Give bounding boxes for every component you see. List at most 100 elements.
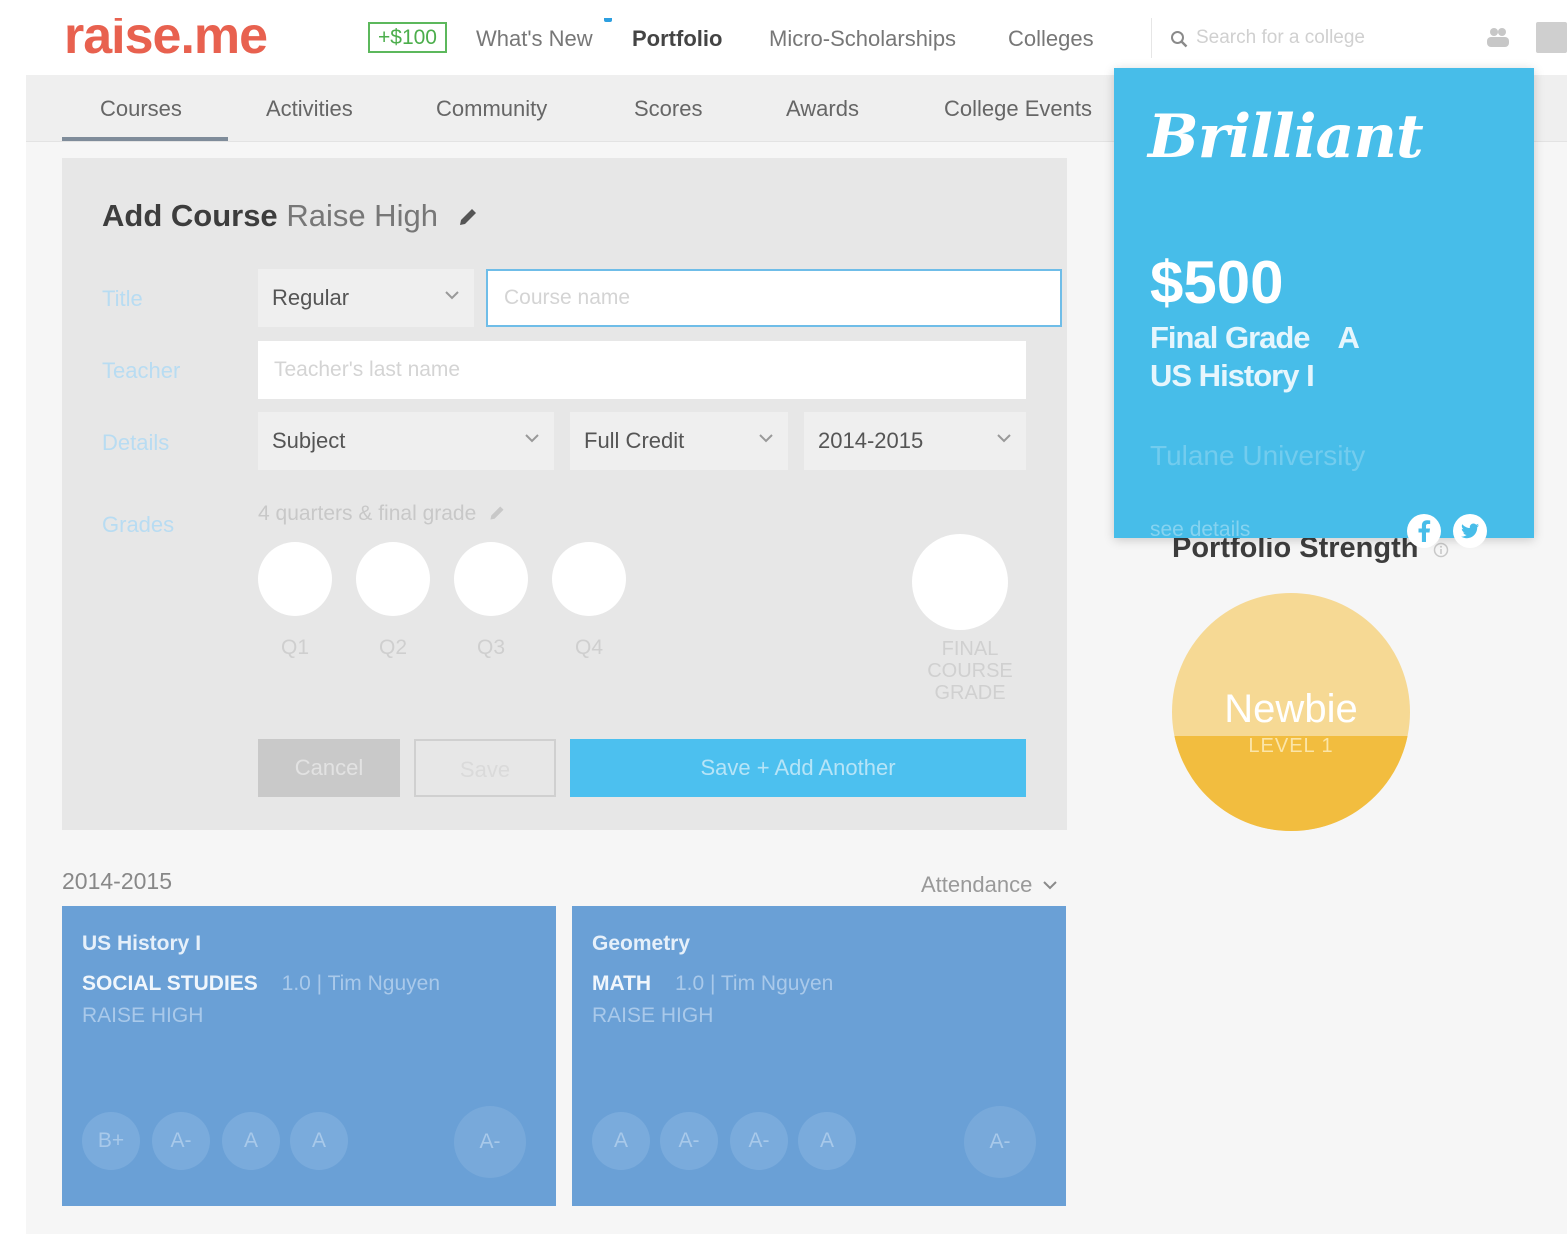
course-subject: SOCIAL STUDIES 1.0 | Tim Nguyen bbox=[82, 972, 440, 996]
award-popup: Brilliant $500 Final Grade A US History I… bbox=[1114, 68, 1534, 548]
q1-label: Q1 bbox=[280, 636, 309, 659]
portfolio-strength-meter: Newbie LEVEL 1 bbox=[1172, 593, 1410, 831]
final-grade-circle: A- bbox=[964, 1106, 1036, 1178]
q2-label: Q2 bbox=[378, 636, 407, 659]
nav-whats-new[interactable]: What's New bbox=[476, 26, 593, 52]
save-button[interactable]: Save bbox=[414, 739, 556, 797]
course-card[interactable]: US History I SOCIAL STUDIES 1.0 | Tim Ng… bbox=[62, 906, 556, 1206]
year-select-value: 2014-2015 bbox=[818, 428, 924, 453]
chevron-down-icon bbox=[525, 434, 539, 443]
teacher-label: Teacher bbox=[102, 358, 181, 383]
tab-community[interactable]: Community bbox=[436, 96, 547, 122]
grade-circle: A- bbox=[660, 1112, 718, 1170]
subject-select[interactable]: Subject bbox=[258, 412, 554, 470]
level-select-value: Regular bbox=[272, 285, 350, 310]
chevron-down-icon bbox=[1043, 881, 1058, 890]
tab-awards[interactable]: Awards bbox=[786, 96, 859, 122]
final-grade-label: FINAL COURSE GRADE bbox=[927, 638, 1013, 704]
q2-grade-input[interactable] bbox=[356, 542, 430, 616]
grade-circle: A- bbox=[730, 1112, 788, 1170]
search-input[interactable] bbox=[1196, 24, 1456, 52]
new-indicator bbox=[604, 18, 612, 22]
tab-activities[interactable]: Activities bbox=[266, 96, 353, 122]
level-select[interactable]: Regular bbox=[258, 269, 474, 327]
course-meta: 1.0 | Tim Nguyen bbox=[281, 972, 441, 995]
grades-label: Grades bbox=[102, 512, 175, 537]
q1-grade-input[interactable] bbox=[258, 542, 332, 616]
pencil-icon[interactable] bbox=[457, 206, 479, 228]
details-label: Details bbox=[102, 430, 170, 455]
award-amount: $500 bbox=[1150, 249, 1284, 316]
grade-circle: A bbox=[592, 1112, 650, 1170]
credit-select[interactable]: Full Credit bbox=[570, 412, 788, 470]
form-title-school: Raise High bbox=[286, 198, 438, 233]
nav-portfolio[interactable]: Portfolio bbox=[632, 26, 722, 52]
grade-circle: A bbox=[222, 1112, 280, 1170]
chevron-down-icon bbox=[997, 434, 1011, 443]
year-heading: 2014-2015 bbox=[62, 868, 172, 894]
q4-label: Q4 bbox=[574, 636, 603, 659]
chevron-down-icon bbox=[759, 434, 773, 443]
course-school: RAISE HIGH bbox=[592, 1004, 714, 1027]
users-icon[interactable] bbox=[1486, 26, 1510, 48]
grades-hint: 4 quarters & final grade bbox=[258, 502, 506, 526]
level-number: LEVEL 1 bbox=[1248, 735, 1334, 757]
grade-circle: A bbox=[798, 1112, 856, 1170]
course-meta: 1.0 | Tim Nguyen bbox=[674, 972, 834, 995]
grade-circle: A bbox=[290, 1112, 348, 1170]
tab-scores[interactable]: Scores bbox=[634, 96, 702, 122]
tab-courses[interactable]: Courses bbox=[100, 96, 182, 122]
search-box bbox=[1151, 18, 1471, 58]
logo[interactable]: raise.me bbox=[64, 18, 268, 66]
grade-circle: A- bbox=[152, 1112, 210, 1170]
award-title: Brilliant bbox=[1148, 102, 1424, 172]
add-course-form: Add Course Raise High Title Regular Teac… bbox=[62, 158, 1067, 830]
nav-micro-scholarships[interactable]: Micro-Scholarships bbox=[769, 26, 956, 52]
course-school: RAISE HIGH bbox=[82, 1004, 204, 1027]
attendance-toggle[interactable]: Attendance bbox=[921, 872, 1058, 898]
teacher-input[interactable] bbox=[258, 341, 1026, 399]
cancel-button[interactable]: Cancel bbox=[258, 739, 400, 797]
course-name-input[interactable] bbox=[486, 269, 1062, 327]
course-subject: MATH 1.0 | Tim Nguyen bbox=[592, 972, 833, 996]
tab-college-events[interactable]: College Events bbox=[944, 96, 1092, 122]
q3-label: Q3 bbox=[476, 636, 505, 659]
course-subject-text: SOCIAL STUDIES bbox=[82, 972, 258, 995]
top-nav: raise.me +$100 What's New Portfolio Micr… bbox=[26, 18, 1567, 75]
facebook-icon[interactable] bbox=[1406, 513, 1442, 549]
form-title-action: Add Course bbox=[102, 198, 278, 233]
course-subject-text: MATH bbox=[592, 972, 652, 995]
active-tab-indicator bbox=[62, 137, 228, 141]
course-card[interactable]: Geometry MATH 1.0 | Tim Nguyen RAISE HIG… bbox=[572, 906, 1066, 1206]
reward-badge[interactable]: +$100 bbox=[368, 22, 447, 53]
save-add-another-button[interactable]: Save + Add Another bbox=[570, 739, 1026, 797]
credit-select-value: Full Credit bbox=[584, 428, 685, 453]
title-label: Title bbox=[102, 286, 143, 311]
award-grade: Final Grade A bbox=[1150, 320, 1360, 356]
award-grade-value: A bbox=[1337, 320, 1360, 355]
level-name: Newbie bbox=[1224, 687, 1358, 731]
award-grade-label: Final Grade bbox=[1150, 320, 1311, 355]
attendance-label: Attendance bbox=[921, 872, 1033, 897]
search-icon bbox=[1171, 31, 1188, 48]
nav-colleges[interactable]: Colleges bbox=[1008, 26, 1094, 52]
pencil-icon[interactable] bbox=[488, 504, 506, 522]
course-title: Geometry bbox=[592, 932, 691, 955]
chevron-down-icon bbox=[445, 291, 459, 300]
year-select[interactable]: 2014-2015 bbox=[804, 412, 1026, 470]
final-grade-input[interactable] bbox=[912, 534, 1008, 630]
q3-grade-input[interactable] bbox=[454, 542, 528, 616]
form-title: Add Course Raise High bbox=[102, 198, 479, 234]
q4-grade-input[interactable] bbox=[552, 542, 626, 616]
avatar[interactable] bbox=[1536, 22, 1567, 53]
see-details-link[interactable]: see details bbox=[1150, 518, 1250, 542]
subject-select-value: Subject bbox=[272, 428, 346, 453]
final-grade-circle: A- bbox=[454, 1106, 526, 1178]
award-course: US History I bbox=[1150, 358, 1315, 393]
grade-circle: B+ bbox=[82, 1112, 140, 1170]
grades-hint-text: 4 quarters & final grade bbox=[258, 502, 477, 525]
page: raise.me +$100 What's New Portfolio Micr… bbox=[26, 18, 1567, 1234]
award-college: Tulane University bbox=[1150, 440, 1366, 471]
twitter-icon[interactable] bbox=[1452, 513, 1488, 549]
course-title: US History I bbox=[82, 932, 202, 955]
